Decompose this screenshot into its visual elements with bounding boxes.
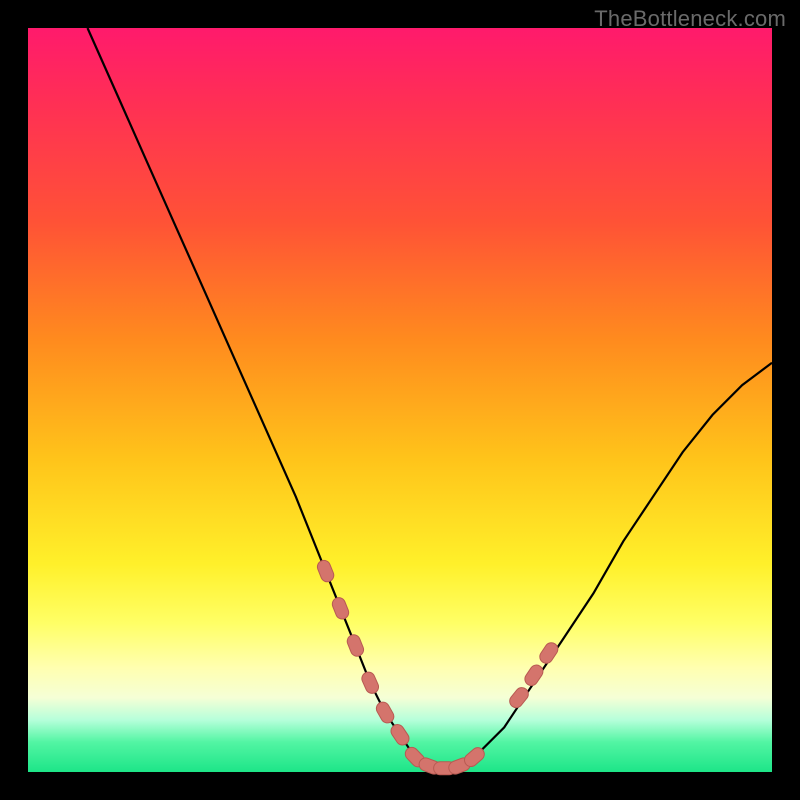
curve-marker bbox=[388, 722, 411, 748]
bottleneck-curve bbox=[88, 28, 773, 768]
curve-marker bbox=[507, 685, 531, 710]
marker-group bbox=[315, 558, 560, 775]
curve-marker bbox=[360, 670, 381, 695]
curve-marker bbox=[374, 700, 396, 726]
plot-area bbox=[28, 28, 772, 772]
curve-marker bbox=[330, 596, 350, 621]
curve-marker bbox=[315, 558, 335, 583]
chart-stage: TheBottleneck.com bbox=[0, 0, 800, 800]
curve-marker bbox=[345, 633, 365, 658]
curve-layer bbox=[28, 28, 772, 772]
curve-marker bbox=[522, 663, 545, 689]
watermark-text: TheBottleneck.com bbox=[594, 6, 786, 32]
curve-marker bbox=[537, 640, 560, 666]
